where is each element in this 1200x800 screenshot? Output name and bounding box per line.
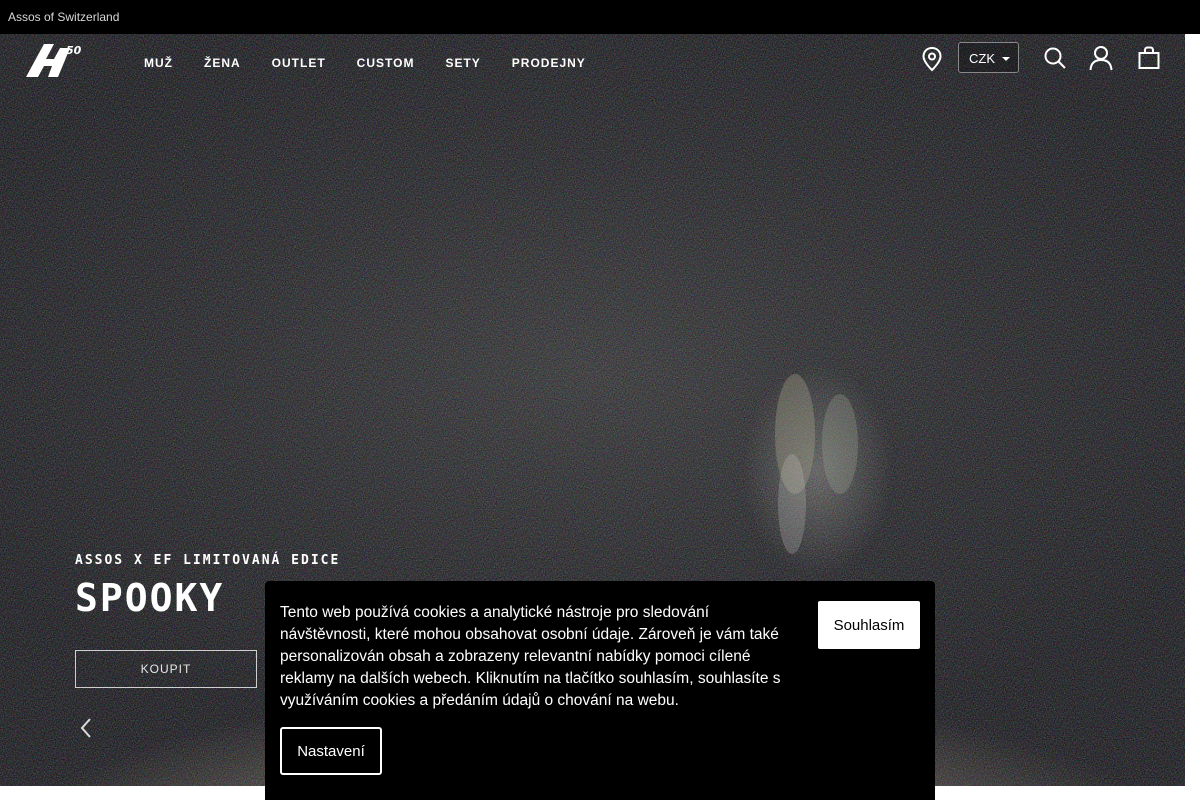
- cookie-settings-button[interactable]: Nastavení: [280, 727, 382, 775]
- nav-item-outlet[interactable]: OUTLET: [272, 56, 326, 70]
- currency-value: CZK: [969, 51, 995, 66]
- search-icon[interactable]: [1043, 46, 1067, 70]
- scroll-gutter: [1185, 34, 1200, 800]
- brand-tagline: Assos of Switzerland: [8, 10, 120, 24]
- user-icon[interactable]: [1089, 45, 1113, 71]
- accept-cookies-button[interactable]: Souhlasím: [818, 601, 920, 649]
- nav-item-zena[interactable]: ŽENA: [204, 56, 241, 70]
- assos-50-logo-icon[interactable]: 50: [24, 42, 88, 78]
- svg-text:50: 50: [66, 44, 82, 57]
- nav-item-sety[interactable]: SETY: [445, 56, 480, 70]
- location-pin-icon[interactable]: [921, 46, 943, 72]
- currency-selector[interactable]: CZK: [958, 42, 1019, 73]
- top-announcement-bar: Assos of Switzerland: [0, 0, 1200, 34]
- hero-eyebrow: ASSOS X EF LIMITOVANÁ EDICE: [75, 553, 341, 568]
- chevron-left-icon[interactable]: [78, 717, 94, 739]
- chevron-down-icon: [1002, 57, 1010, 61]
- nav-item-custom[interactable]: CUSTOM: [357, 56, 415, 70]
- nav-item-muz[interactable]: MUŽ: [144, 56, 173, 70]
- nav-item-prodejny[interactable]: PRODEJNY: [512, 56, 586, 70]
- cookie-consent-text: Tento web používá cookies a analytické n…: [280, 604, 781, 709]
- hero-headline: SPOOKY: [75, 576, 225, 620]
- cookie-consent-banner: Tento web používá cookies a analytické n…: [265, 581, 935, 800]
- buy-button[interactable]: KOUPIT: [75, 650, 257, 688]
- main-navigation: MUŽ ŽENA OUTLET CUSTOM SETY PRODEJNY: [144, 56, 586, 70]
- shopping-bag-icon[interactable]: [1138, 46, 1160, 70]
